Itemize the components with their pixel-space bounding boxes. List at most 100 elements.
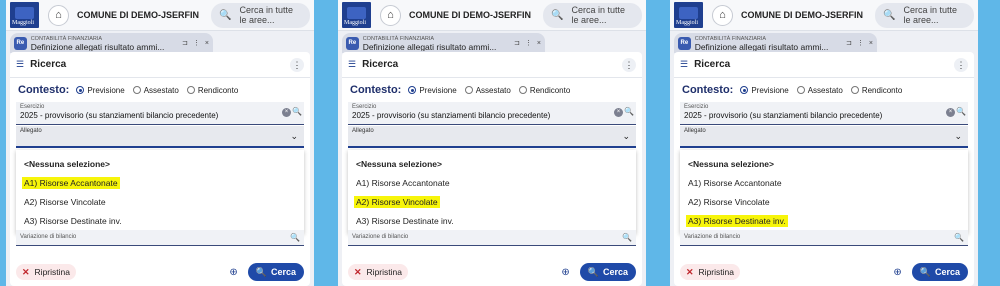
allegato-select[interactable]: Allegato ⌄ bbox=[680, 126, 968, 148]
card-header: ☰ Ricerca ⋮ bbox=[10, 52, 310, 78]
radio-label: Assestato bbox=[807, 85, 843, 95]
chevron-down-icon[interactable]: ⌄ bbox=[622, 131, 630, 142]
chevron-down-icon[interactable]: ⌄ bbox=[290, 131, 298, 142]
radio-assestato[interactable]: Assestato bbox=[464, 85, 511, 95]
option-label: A3) Risorse Destinate inv. bbox=[356, 215, 454, 226]
esercizio-label: Esercizio bbox=[20, 104, 45, 110]
maggioli-logo: Maggioli bbox=[10, 2, 39, 28]
search-button[interactable]: 🔍 Cerca bbox=[247, 263, 304, 281]
reset-button[interactable]: ✕ Ripristina bbox=[348, 264, 408, 280]
option-label: A1) Risorse Accantonate bbox=[688, 177, 782, 188]
search-icon[interactable]: 🔍 bbox=[292, 107, 302, 116]
tab-menu-icon[interactable]: ⋮ bbox=[193, 39, 200, 47]
search-button[interactable]: 🔍 Cerca bbox=[911, 263, 968, 281]
option-a1[interactable]: A1) Risorse Accantonate bbox=[680, 173, 968, 192]
filter-search-icon: ☰ bbox=[680, 59, 689, 69]
radio-previsione[interactable]: Previsione bbox=[408, 86, 457, 95]
radio-rendiconto[interactable]: Rendiconto bbox=[186, 86, 238, 95]
clear-icon[interactable]: × bbox=[614, 108, 623, 117]
more-icon[interactable]: ⋮ bbox=[290, 57, 304, 72]
esercizio-field[interactable]: Esercizio 2025 - provvisorio (su stanzia… bbox=[348, 102, 636, 125]
search-icon[interactable]: 🔍 bbox=[290, 233, 300, 242]
esercizio-field[interactable]: Esercizio 2025 - provvisorio (su stanzia… bbox=[16, 102, 304, 125]
card-title: Ricerca bbox=[30, 59, 67, 70]
option-label: A2) Risorse Vincolate bbox=[24, 196, 106, 207]
search-icon: 🔍 bbox=[551, 9, 564, 21]
global-search-input[interactable]: 🔍 Cerca in tutte le aree... bbox=[211, 2, 310, 28]
home-icon[interactable]: ⌂ bbox=[712, 4, 733, 26]
option-label: A1) Risorse Accantonate bbox=[22, 176, 120, 189]
option-a2[interactable]: A2) Risorse Vincolate bbox=[680, 192, 968, 211]
close-icon[interactable]: × bbox=[537, 40, 541, 47]
home-icon[interactable]: ⌂ bbox=[380, 4, 401, 26]
option-a1[interactable]: A1) Risorse Accantonate bbox=[16, 173, 304, 192]
radio-assestato[interactable]: Assestato bbox=[796, 85, 843, 95]
option-none[interactable]: <Nessuna selezione> bbox=[16, 154, 304, 173]
bookmark-icon[interactable]: ⊐ bbox=[846, 39, 852, 47]
tab-definizione-allegati[interactable]: Re CONTABILITÀ FINANZIARIA Definizione a… bbox=[342, 33, 545, 53]
more-icon[interactable]: ⋮ bbox=[622, 57, 636, 72]
radio-label: Assestato bbox=[475, 85, 511, 95]
tab-definizione-allegati[interactable]: Re CONTABILITÀ FINANZIARIA Definizione a… bbox=[10, 33, 213, 53]
search-button[interactable]: 🔍 Cerca bbox=[579, 263, 636, 281]
home-icon[interactable]: ⌂ bbox=[48, 4, 69, 26]
tab-title: Definizione allegati risultato ammi... bbox=[362, 43, 497, 51]
module-icon: Re bbox=[14, 36, 27, 50]
radio-label: Previsione bbox=[87, 85, 125, 95]
close-icon[interactable]: × bbox=[205, 40, 209, 47]
search-button-label: Cerca bbox=[602, 267, 628, 277]
radio-rendiconto[interactable]: Rendiconto bbox=[518, 85, 571, 95]
tab-definizione-allegati[interactable]: Re CONTABILITÀ FINANZIARIA Definizione a… bbox=[674, 33, 877, 53]
allegato-dropdown-menu: <Nessuna selezione> A1) Risorse Accanton… bbox=[680, 150, 968, 234]
contesto-label: Contesto: bbox=[18, 84, 70, 96]
variazione-field[interactable]: Variazione di bilancio 🔍 bbox=[16, 230, 304, 246]
card-header: ☰ Ricerca ⋮ bbox=[674, 52, 974, 78]
zoom-search-icon[interactable]: ⊕ bbox=[893, 267, 901, 278]
radio-label: Assestato bbox=[143, 85, 179, 95]
esercizio-field[interactable]: Esercizio 2025 - provvisorio (su stanzia… bbox=[680, 102, 968, 125]
reset-button[interactable]: ✕ Ripristina bbox=[680, 264, 740, 280]
clear-icon[interactable]: × bbox=[282, 108, 291, 117]
option-a3[interactable]: A3) Risorse Destinate inv. bbox=[348, 211, 636, 230]
search-icon: 🔍 bbox=[919, 266, 931, 277]
bookmark-icon[interactable]: ⊐ bbox=[182, 39, 188, 47]
zoom-search-icon[interactable]: ⊕ bbox=[561, 267, 569, 278]
allegato-select[interactable]: Allegato ⌄ bbox=[16, 126, 304, 148]
option-a3[interactable]: A3) Risorse Destinate inv. bbox=[680, 211, 968, 230]
option-none[interactable]: <Nessuna selezione> bbox=[680, 154, 968, 173]
reset-button[interactable]: ✕ Ripristina bbox=[16, 264, 76, 280]
logo-text: Maggioli bbox=[12, 20, 34, 26]
option-none[interactable]: <Nessuna selezione> bbox=[348, 154, 636, 173]
search-icon[interactable]: 🔍 bbox=[622, 233, 632, 242]
option-a3[interactable]: A3) Risorse Destinate inv. bbox=[16, 211, 304, 230]
search-icon[interactable]: 🔍 bbox=[624, 107, 634, 116]
clear-icon[interactable]: × bbox=[946, 108, 955, 117]
tab-menu-icon[interactable]: ⋮ bbox=[857, 39, 864, 47]
card-footer: ✕ Ripristina ⊕ 🔍 Cerca bbox=[10, 258, 310, 286]
allegato-select[interactable]: Allegato ⌄ bbox=[348, 126, 636, 148]
close-icon[interactable]: × bbox=[869, 40, 873, 47]
option-a1[interactable]: A1) Risorse Accantonate bbox=[348, 173, 636, 192]
radio-assestato[interactable]: Assestato bbox=[132, 85, 179, 95]
tab-bar: Re CONTABILITÀ FINANZIARIA Definizione a… bbox=[6, 31, 314, 53]
more-icon[interactable]: ⋮ bbox=[954, 57, 968, 72]
variazione-field[interactable]: Variazione di bilancio 🔍 bbox=[680, 230, 968, 246]
global-search-input[interactable]: 🔍 Cerca in tutte le aree... bbox=[875, 2, 974, 28]
search-icon[interactable]: 🔍 bbox=[954, 233, 964, 242]
tab-menu-icon[interactable]: ⋮ bbox=[525, 39, 532, 47]
radio-previsione[interactable]: Previsione bbox=[76, 85, 125, 95]
search-icon[interactable]: 🔍 bbox=[956, 107, 966, 116]
radio-label: Rendiconto bbox=[529, 85, 571, 95]
zoom-search-icon[interactable]: ⊕ bbox=[229, 267, 237, 278]
bookmark-icon[interactable]: ⊐ bbox=[514, 39, 520, 47]
option-a2[interactable]: A2) Risorse Vincolate bbox=[348, 192, 636, 211]
chevron-down-icon[interactable]: ⌄ bbox=[954, 131, 962, 142]
global-search-input[interactable]: 🔍 Cerca in tutte le aree... bbox=[543, 2, 642, 28]
radio-rendiconto[interactable]: Rendiconto bbox=[850, 86, 902, 95]
search-icon: 🔍 bbox=[883, 9, 896, 21]
radio-previsione[interactable]: Previsione bbox=[740, 86, 789, 95]
variazione-field[interactable]: Variazione di bilancio 🔍 bbox=[348, 230, 636, 246]
tab-section: CONTABILITÀ FINANZIARIA bbox=[30, 36, 103, 42]
esercizio-label: Esercizio bbox=[352, 104, 377, 110]
option-a2[interactable]: A2) Risorse Vincolate bbox=[16, 192, 304, 211]
